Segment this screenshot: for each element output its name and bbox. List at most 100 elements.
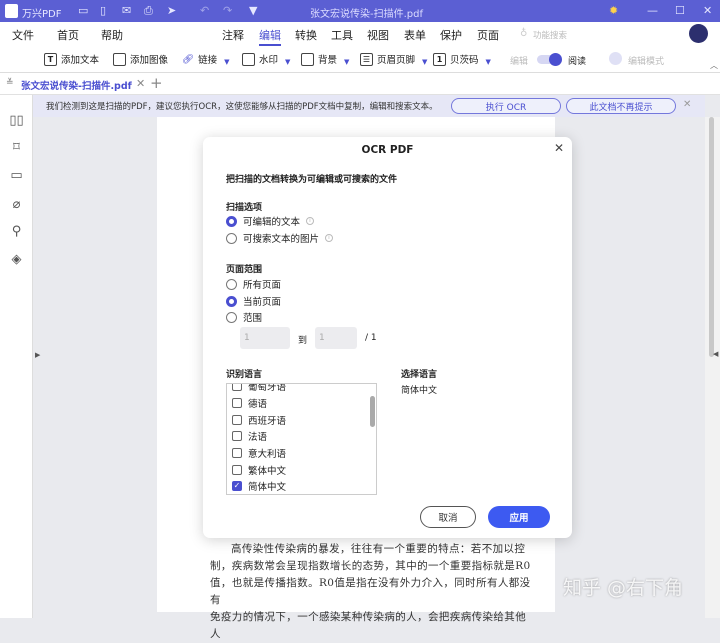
range-from-input[interactable]: 1 <box>240 327 290 349</box>
close-tab-icon[interactable]: ✕ <box>136 77 145 90</box>
radio-current-page[interactable]: 当前页面 <box>226 294 281 308</box>
menu-form[interactable]: 表单 <box>404 27 426 43</box>
collapse-ribbon-icon[interactable]: ︿ <box>710 60 718 71</box>
minimize-button[interactable]: — <box>647 4 658 17</box>
read-mode-label: 阅读 <box>568 57 587 67</box>
checkbox[interactable] <box>232 398 242 408</box>
menu-tools[interactable]: 工具 <box>331 27 353 43</box>
radio-button[interactable] <box>226 278 237 290</box>
radio-searchable-image[interactable]: 可搜索文本的图片 i <box>226 231 334 245</box>
edit-mode-icon <box>609 52 622 65</box>
close-dialog-icon[interactable]: ✕ <box>554 141 564 155</box>
bates-button[interactable]: 1 贝茨码 ▼ <box>433 52 491 66</box>
menu-edit[interactable]: 编辑 <box>259 27 281 46</box>
search-icon[interactable]: ⚲ <box>9 224 24 239</box>
language-item[interactable]: 西班牙语 <box>232 413 286 427</box>
quick-access-dropdown-icon[interactable]: ▼ <box>249 4 257 17</box>
attachment-icon[interactable]: ⌀ <box>9 197 24 212</box>
menu-page[interactable]: 页面 <box>477 27 499 43</box>
checkbox[interactable] <box>232 415 242 425</box>
info-icon[interactable]: i <box>306 217 315 225</box>
share-icon[interactable]: ➤ <box>167 4 176 17</box>
mail-icon[interactable]: ✉ <box>122 4 131 17</box>
language-list[interactable]: 葡萄牙语 德语 西班牙语 法语 意大利语 繁体中文 ✓ 简体中文 <box>226 383 377 495</box>
expand-sidebar-arrow-icon[interactable]: ▶ <box>35 351 40 359</box>
menu-help[interactable]: 帮助 <box>101 27 123 43</box>
menu-file[interactable]: 文件 <box>12 27 34 43</box>
header-footer-button[interactable]: ☰ 页眉页脚 ▼ <box>360 52 427 66</box>
language-item[interactable]: 意大利语 <box>232 446 286 460</box>
watermark-button[interactable]: 水印 ▼ <box>242 52 290 66</box>
checkbox[interactable] <box>232 431 242 441</box>
theme-sun-icon[interactable]: ✹ <box>609 4 618 17</box>
vertical-scrollbar[interactable] <box>705 117 720 618</box>
language-list-scrollbar-thumb[interactable] <box>370 396 375 427</box>
edit-mode-button[interactable]: 编辑模式 <box>628 54 664 67</box>
banner-message: 我们检测到这是扫描的PDF，建议您执行OCR，这使您能够从扫描的PDF文档中复制… <box>46 102 438 112</box>
radio-button[interactable] <box>226 295 237 307</box>
account-avatar[interactable] <box>689 24 708 43</box>
radio-button[interactable] <box>226 215 237 227</box>
watermark-text: 知乎 @右下角 <box>563 577 684 599</box>
feature-search[interactable]: 功能搜索 <box>533 29 567 41</box>
cancel-button[interactable]: 取消 <box>420 506 476 528</box>
menu-convert[interactable]: 转换 <box>295 27 317 43</box>
radio-button[interactable] <box>226 232 237 244</box>
radio-range[interactable]: 范围 <box>226 310 262 324</box>
scrollbar-thumb[interactable] <box>709 117 714 357</box>
radio-all-pages[interactable]: 所有页面 <box>226 277 281 291</box>
redo-icon[interactable]: ↷ <box>223 4 232 17</box>
range-total: / 1 <box>365 333 377 343</box>
thumbnails-icon[interactable]: ▯▯ <box>9 113 24 128</box>
comment-icon[interactable]: ▭ <box>9 168 24 183</box>
save-icon[interactable]: ▯ <box>100 4 106 17</box>
language-item[interactable]: 葡萄牙语 <box>232 384 286 393</box>
language-item[interactable]: 德语 <box>232 396 267 410</box>
menu-annotate[interactable]: 注释 <box>222 27 244 43</box>
radio-button[interactable] <box>226 311 237 323</box>
layers-icon[interactable]: ◈ <box>9 252 24 267</box>
add-text-button[interactable]: T 添加文本 <box>44 52 99 66</box>
radio-editable-text[interactable]: 可编辑的文本 i <box>226 214 315 228</box>
watermark-label: 水印 <box>259 55 279 66</box>
edit-read-toggle[interactable] <box>537 53 562 66</box>
dialog-subtitle: 把扫描的文档转换为可编辑或可搜索的文件 <box>226 175 398 185</box>
menu-home[interactable]: 首页 <box>57 27 79 43</box>
close-banner-icon[interactable]: ✕ <box>683 99 691 110</box>
add-image-button[interactable]: 添加图像 <box>113 52 168 66</box>
checkbox[interactable] <box>232 465 242 475</box>
lightbulb-icon: ♁ <box>520 28 528 39</box>
new-tab-button[interactable]: + <box>150 74 163 92</box>
menu-protect[interactable]: 保护 <box>440 27 462 43</box>
dont-remind-button[interactable]: 此文档不再提示 <box>566 98 676 114</box>
info-icon[interactable]: i <box>325 234 334 242</box>
dialog-title: OCR PDF <box>361 144 414 156</box>
background-button[interactable]: 背景 ▼ <box>301 52 349 66</box>
image-icon <box>113 52 126 66</box>
language-item[interactable]: 法语 <box>232 429 267 443</box>
expand-right-panel-arrow-icon[interactable]: ◀ <box>713 350 718 358</box>
tab-list-icon[interactable]: ≚ <box>6 78 14 88</box>
document-tab[interactable]: 张文宏说传染-扫描件.pdf <box>21 78 132 92</box>
print-icon[interactable]: ⎙ <box>144 4 153 18</box>
run-ocr-button[interactable]: 执行 OCR <box>451 98 561 114</box>
ocr-dialog: OCR PDF ✕ 把扫描的文档转换为可编辑或可搜索的文件 扫描选项 可编辑的文… <box>203 137 572 538</box>
checkbox[interactable] <box>232 448 242 458</box>
close-window-button[interactable]: ✕ <box>703 4 712 17</box>
link-button[interactable]: 🔗︎ 链接 ▼ <box>182 52 229 67</box>
selected-language-value: 简体中文 <box>401 386 438 396</box>
language-item[interactable]: ✓ 简体中文 <box>232 479 286 493</box>
checkbox[interactable] <box>232 384 242 391</box>
page-text-line: 制，疾病数常会呈现指数增长的态势，其中的一个重要指标就是R0 <box>210 560 531 572</box>
language-item[interactable]: 繁体中文 <box>232 463 286 477</box>
undo-icon[interactable]: ↶ <box>200 4 209 17</box>
apply-button[interactable]: 应用 <box>488 506 550 528</box>
range-to-input[interactable]: 1 <box>315 327 357 349</box>
open-folder-icon[interactable]: ▭ <box>78 4 88 17</box>
bates-number-icon: 1 <box>433 52 446 66</box>
menu-view[interactable]: 视图 <box>367 27 389 43</box>
range-to-label: 到 <box>298 336 308 346</box>
maximize-button[interactable]: ☐ <box>675 4 685 17</box>
checkbox-checked[interactable]: ✓ <box>232 481 242 491</box>
bookmark-icon[interactable]: ⌑ <box>9 140 24 155</box>
